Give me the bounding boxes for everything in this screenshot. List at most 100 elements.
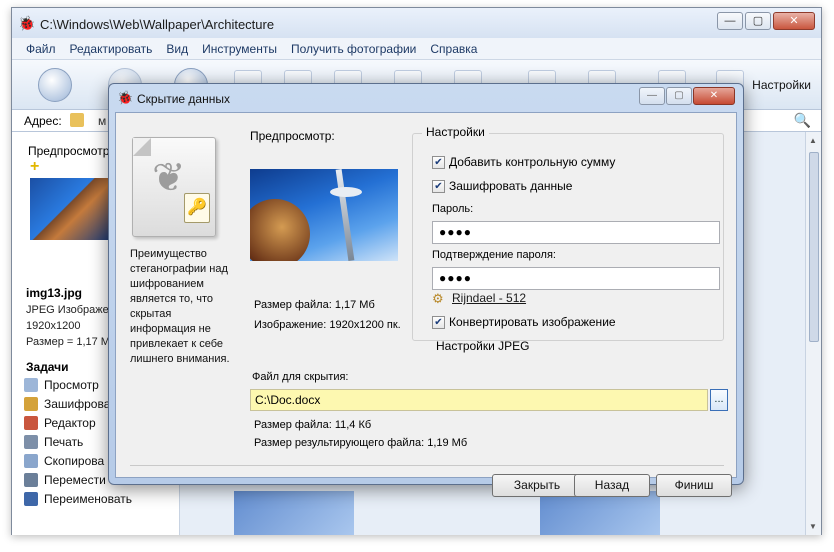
scroll-up-icon[interactable]: ▲ [809,136,817,145]
file-to-hide-input[interactable]: C:\Doc.docx [250,389,708,411]
app-bug-icon: 🐞 [18,15,36,31]
convert-checkbox[interactable]: ✔ [432,315,445,329]
scroll-down-icon[interactable]: ▼ [809,522,817,531]
task-encrypt[interactable]: Зашифрова [24,397,110,411]
close-button[interactable]: Закрыть [492,474,582,497]
task-label: Печать [44,435,84,449]
thumbnail[interactable] [234,491,354,535]
tasks-title: Задачи [26,360,69,374]
close-window-button[interactable]: ✕ [773,12,815,30]
task-label: Переименовать [44,492,132,506]
menubar: Файл Редактировать Вид Инструменты Получ… [12,38,821,60]
address-input[interactable]: м [98,114,106,128]
task-label: Просмотр [44,378,99,392]
address-label: Адрес: [24,114,62,128]
task-move[interactable]: Перемести [24,473,106,487]
tulip-icon: ❦ [152,156,186,200]
image-file-size: Размер файла: 1,17 Мб [254,299,375,311]
encrypt-checkbox-row[interactable]: ✔ Зашифровать данные [432,179,572,193]
lock-icon [24,397,38,411]
left-preview-title: Предпросмотр [28,144,110,158]
back-arrow-icon[interactable] [38,68,72,102]
left-preview-thumbnail [30,178,110,240]
dialog-close-button[interactable]: ✕ [693,87,735,105]
confirm-password-label: Подтверждение пароля: [432,249,556,261]
checksum-checkbox-row[interactable]: ✔ Добавить контрольную сумму [432,155,615,169]
hidden-file-size: Размер файла: 11,4 Кб [254,419,372,431]
menu-view[interactable]: Вид [166,42,188,56]
app-bug-icon: 🐞 [117,90,134,105]
back-button[interactable]: Назад [574,474,650,497]
algorithm-row[interactable]: ⚙ Rijndael - 512 [432,291,526,306]
dialog-maximize-button[interactable]: ▢ [666,87,692,105]
file-name: img13.jpg [26,286,83,300]
edit-icon [24,416,38,430]
result-file-size: Размер результирующего файла: 1,19 Мб [254,437,468,449]
encrypt-checkbox[interactable]: ✔ [432,179,445,193]
task-view[interactable]: Просмотр [24,378,99,392]
menu-edit[interactable]: Редактировать [70,42,153,56]
scissors-icon [24,473,38,487]
key-icon: 🔑 [184,193,210,223]
menu-help[interactable]: Справка [430,42,477,56]
dialog-body: ❦ 🔑 Преимущество стеганографии над шифро… [115,112,737,497]
folder-icon [70,113,84,127]
confirm-password-field[interactable]: ●●●● [432,267,720,290]
task-print[interactable]: Печать [24,435,83,449]
vertical-scrollbar[interactable]: ▲ ▼ [805,132,821,535]
jpeg-settings-link[interactable]: Настройки JPEG [436,339,530,353]
password-label: Пароль: [432,203,474,215]
preview-building [250,199,310,261]
password-field[interactable]: ●●●● [432,221,720,244]
algorithm-icon: ⚙ [432,291,444,306]
finish-button[interactable]: Финиш [656,474,732,497]
task-editor[interactable]: Редактор [24,416,96,430]
file-size-left: Размер = 1,17 М [26,336,110,348]
preview-label: Предпросмотр: [250,129,335,143]
preview-tower-top [330,187,362,197]
minimize-button[interactable]: — [717,12,743,30]
task-rename[interactable]: Переименовать [24,492,132,506]
encrypt-label: Зашифровать данные [449,179,573,193]
copy-icon [24,454,38,468]
file-type: JPEG Изображен [26,304,115,316]
search-icon[interactable]: 🔍 [794,112,811,129]
rename-icon [24,492,38,506]
dialog-title: Скрытие данных [137,92,230,106]
preview-tower [335,169,355,261]
plus-icon[interactable]: + [30,158,39,176]
menu-tools[interactable]: Инструменты [202,42,277,56]
main-window-title: C:\Windows\Web\Wallpaper\Architecture [40,17,275,32]
task-label: Перемести [44,473,106,487]
task-label: Редактор [44,416,96,430]
image-dimensions: Изображение: 1920x1200 пк. [254,319,401,331]
menu-file[interactable]: Файл [26,42,56,56]
maximize-button[interactable]: ▢ [745,12,771,30]
checksum-checkbox[interactable]: ✔ [432,155,445,169]
steganography-description: Преимущество стеганографии над шифровани… [130,248,230,365]
scrollbar-thumb[interactable] [809,152,819,342]
preview-image [250,169,398,261]
main-window-controls: — ▢ ✕ [717,12,815,30]
convert-checkbox-row[interactable]: ✔ Конвертировать изображение [432,315,616,329]
dialog-separator [130,465,724,466]
file-to-hide-label: Файл для скрытия: [252,371,349,383]
task-copy[interactable]: Скопирова [24,454,104,468]
main-titlebar: 🐞 C:\Windows\Web\Wallpaper\Architecture … [12,8,821,38]
task-label: Зашифрова [44,397,111,411]
steganography-icon: ❦ 🔑 [132,137,222,241]
algorithm-link[interactable]: Rijndael - 512 [452,291,526,305]
checksum-label: Добавить контрольную сумму [449,155,616,169]
hide-data-dialog: 🐞 Скрытие данных — ▢ ✕ ❦ 🔑 Преимущество … [108,83,744,497]
toolbar-settings-label[interactable]: Настройки [752,78,811,92]
convert-label: Конвертировать изображение [449,315,616,329]
thumbnail[interactable] [540,491,660,535]
dialog-minimize-button[interactable]: — [639,87,665,105]
dialog-controls: — ▢ ✕ [639,87,735,105]
task-label: Скопирова [44,454,105,468]
settings-legend: Настройки [422,125,489,139]
browse-button[interactable]: ... [710,389,728,411]
file-resolution: 1920x1200 [26,320,81,332]
menu-get-photos[interactable]: Получить фотографии [291,42,416,56]
dialog-titlebar: 🐞 Скрытие данных — ▢ ✕ [109,84,743,112]
